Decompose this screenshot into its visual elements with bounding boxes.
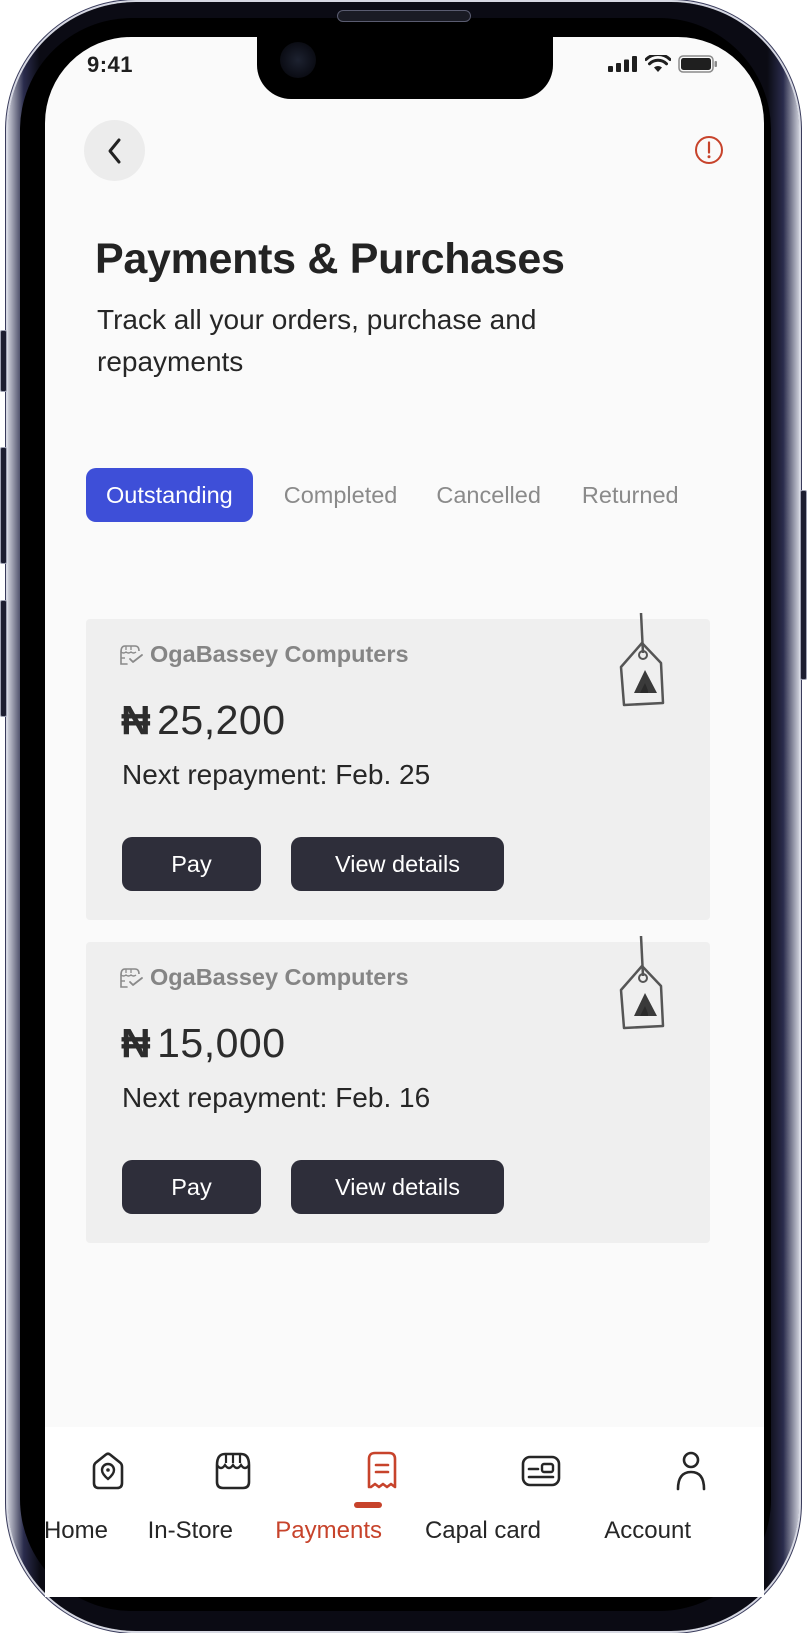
power-button bbox=[800, 490, 807, 680]
wifi-icon bbox=[645, 55, 671, 72]
store-check-icon bbox=[120, 644, 143, 665]
nav-label: Payments bbox=[275, 1517, 382, 1544]
store-check-icon bbox=[120, 967, 143, 988]
price-tag-icon bbox=[619, 612, 665, 707]
view-details-button[interactable]: View details bbox=[291, 1160, 504, 1214]
order-amount: ₦ 25,200 bbox=[121, 697, 286, 744]
bottom-nav: Home In-Store Payments Capal card Accoun… bbox=[43, 1427, 764, 1597]
info-button[interactable] bbox=[694, 135, 724, 165]
nav-label: Account bbox=[604, 1517, 691, 1544]
battery-icon bbox=[678, 55, 717, 73]
user-icon bbox=[676, 1451, 706, 1491]
card-icon bbox=[521, 1455, 561, 1487]
tab-outstanding[interactable]: Outstanding bbox=[86, 468, 253, 522]
tab-cancelled[interactable]: Cancelled bbox=[436, 482, 541, 509]
chevron-left-icon bbox=[108, 138, 120, 163]
tab-returned[interactable]: Returned bbox=[582, 482, 679, 509]
front-camera bbox=[280, 42, 316, 78]
cellular-signal-icon bbox=[608, 56, 637, 72]
pay-button[interactable]: Pay bbox=[122, 1160, 261, 1214]
volume-down-button bbox=[0, 600, 7, 717]
nav-label: Home bbox=[43, 1517, 108, 1544]
order-card: OgaBassey Computers ₦ 15,000 Next repaym… bbox=[86, 935, 710, 1243]
page-subtitle: Track all your orders, purchase and repa… bbox=[97, 304, 537, 377]
home-location-icon bbox=[92, 1452, 124, 1490]
active-indicator bbox=[354, 1502, 382, 1508]
volume-up-button bbox=[0, 447, 7, 564]
view-details-button[interactable]: View details bbox=[291, 837, 504, 891]
next-repayment: Next repayment: Feb. 16 bbox=[122, 1082, 431, 1113]
amount-value: 25,200 bbox=[157, 697, 286, 743]
next-repayment: Next repayment: Feb. 25 bbox=[122, 759, 431, 790]
status-time: 9:41 bbox=[87, 52, 134, 77]
back-button[interactable] bbox=[84, 120, 145, 181]
merchant-name: OgaBassey Computers bbox=[150, 964, 409, 990]
page-title: Payments & Purchases bbox=[95, 235, 565, 283]
currency-symbol: ₦ bbox=[121, 1020, 152, 1066]
speaker-grille bbox=[337, 10, 471, 22]
merchant: OgaBassey Computers bbox=[118, 641, 409, 668]
order-card: OgaBassey Computers ₦ 25,200 Next repaym… bbox=[86, 612, 710, 920]
order-status-tabs: Outstanding Completed Cancelled Returned bbox=[86, 468, 679, 522]
pay-button[interactable]: Pay bbox=[122, 837, 261, 891]
merchant-name: OgaBassey Computers bbox=[150, 641, 409, 667]
price-tag-icon bbox=[619, 935, 665, 1030]
merchant: OgaBassey Computers bbox=[118, 964, 409, 991]
nav-label: Capal card bbox=[424, 1517, 541, 1544]
status-icons bbox=[608, 55, 718, 73]
alert-circle-icon bbox=[695, 136, 723, 164]
nav-label: In-Store bbox=[147, 1517, 233, 1544]
tab-completed[interactable]: Completed bbox=[284, 482, 398, 509]
order-amount: ₦ 15,000 bbox=[121, 1020, 286, 1067]
storefront-icon bbox=[215, 1452, 251, 1490]
silent-switch bbox=[0, 330, 7, 392]
currency-symbol: ₦ bbox=[121, 697, 152, 743]
amount-value: 15,000 bbox=[157, 1020, 286, 1066]
receipt-icon bbox=[367, 1451, 397, 1489]
